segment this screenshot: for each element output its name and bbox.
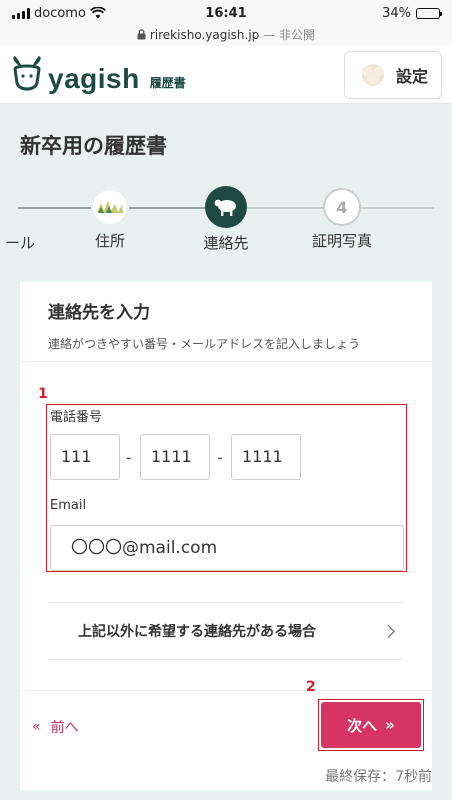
annotation-marker-1: 1: [38, 386, 48, 402]
phone-separator: -: [217, 448, 223, 467]
step-label: 連絡先: [203, 234, 249, 252]
brand-logo[interactable]: yagish 履歴書: [10, 55, 186, 95]
step-label: 住所: [94, 232, 125, 250]
annotation-marker-2: 2: [306, 679, 316, 695]
lock-icon: [137, 29, 146, 40]
chevron-right-icon: [382, 624, 395, 638]
url-text: rirekisho.yagish.jp: [149, 28, 260, 42]
brand-name: yagish: [48, 62, 140, 94]
last-saved-status: 最終保存：7秒前: [325, 769, 432, 785]
email-input[interactable]: 〇〇〇@mail.com: [50, 525, 404, 571]
form-navigation: « 前へ 2 次へ »: [20, 679, 432, 760]
double-chevron-right-icon: »: [385, 716, 395, 734]
app-header: yagish 履歴書 設定: [0, 46, 452, 104]
battery-icon: [416, 7, 442, 19]
phone-label: 電話番号: [50, 410, 103, 425]
other-contact-row[interactable]: 上記以外に希望する連絡先がある場合: [48, 602, 403, 660]
phone-part-2-input[interactable]: 1111: [140, 434, 210, 480]
phone-separator: -: [126, 448, 132, 467]
grass-icon: [91, 188, 129, 226]
settings-label: 設定: [395, 66, 428, 86]
goat-logo-icon: [13, 55, 41, 90]
settings-button[interactable]: 設定: [344, 50, 442, 99]
carrier-name: docomo: [34, 5, 86, 21]
battery-percent: 34%: [382, 5, 411, 21]
signal-icon: [12, 7, 30, 19]
wifi-icon: [89, 7, 106, 19]
step-contact[interactable]: 連絡先: [166, 180, 286, 253]
battery-group: 34%: [382, 5, 442, 21]
next-button[interactable]: 次へ »: [321, 702, 421, 748]
prev-button[interactable]: « 前へ: [32, 717, 79, 737]
brand-subtitle: 履歴書: [149, 75, 186, 90]
url-bar[interactable]: rirekisho.yagish.jp — 非公開: [0, 26, 452, 46]
phone-part-3-input[interactable]: 1111: [231, 434, 301, 480]
double-chevron-left-icon: «: [32, 719, 41, 735]
step-number: 4: [323, 188, 361, 226]
phone-part-1-input[interactable]: 111: [50, 434, 120, 480]
prev-label: 前へ: [50, 720, 79, 736]
contact-form-card: 連絡先を入力 連絡がつきやすい番号・メールアドレスを記入しましょう 1 電話番号…: [20, 282, 432, 790]
security-text: — 非公開: [263, 28, 315, 42]
annotation-box-2: 次へ »: [318, 699, 424, 751]
status-bar: docomo 16:41 34%: [0, 0, 452, 26]
other-contact-label: 上記以外に希望する連絡先がある場合: [78, 624, 316, 640]
sheep-icon: [361, 63, 384, 86]
card-header: 連絡先を入力 連絡がつきやすい番号・メールアドレスを記入しましょう: [20, 282, 432, 362]
carrier-group: docomo: [12, 6, 106, 21]
step-photo[interactable]: 4 証明写真: [282, 180, 402, 251]
step-label: 証明写真: [311, 232, 372, 250]
card-title: 連絡先を入力: [48, 303, 150, 323]
progress-stepper: ール 住所 連絡先 4 証明写真: [0, 180, 452, 260]
step-address[interactable]: 住所: [50, 180, 170, 251]
email-label: Email: [50, 498, 87, 513]
page-title: 新卒用の履歴書: [20, 134, 167, 158]
sheep-step-icon: [205, 186, 247, 228]
next-label: 次へ: [347, 716, 378, 735]
card-description: 連絡がつきやすい番号・メールアドレスを記入しましょう: [48, 337, 361, 351]
